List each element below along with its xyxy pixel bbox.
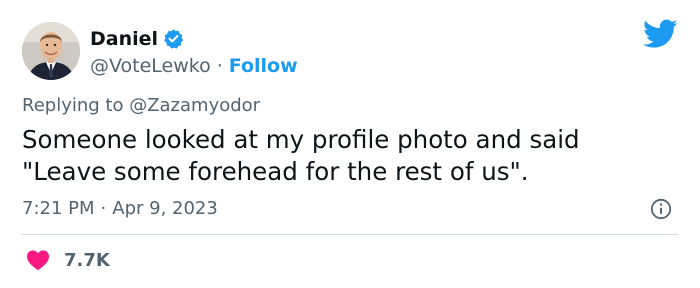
info-icon[interactable] [650,198,672,220]
handle-separator: · [216,54,223,77]
meta-separator: · [100,198,107,219]
like-count: 7.7K [64,249,110,271]
tweet-meta: 7:21 PM · Apr 9, 2023 [22,198,218,219]
author-name[interactable]: Daniel [90,28,158,50]
author-block: Daniel @VoteLewko · Follow [90,26,298,77]
twitter-bird-icon[interactable] [643,19,678,49]
reply-context[interactable]: Replying to @Zazamyodor [22,95,260,116]
tweet-date[interactable]: Apr 9, 2023 [112,198,218,219]
author-handle[interactable]: @VoteLewko [90,55,211,77]
follow-button[interactable]: Follow [229,55,298,77]
handle-row: @VoteLewko · Follow [90,55,298,77]
verified-badge-icon [163,28,184,49]
avatar[interactable] [22,22,80,80]
tweet-card: Daniel @VoteLewko · Follow Replying to @… [0,0,700,288]
tweet-time[interactable]: 7:21 PM [22,198,95,219]
tweet-text: Someone looked at my profile photo and s… [22,125,580,186]
divider [22,234,678,235]
tweet-header: Daniel @VoteLewko · Follow [22,18,298,84]
author-name-row: Daniel [90,26,298,52]
like-button[interactable]: 7.7K [26,248,110,272]
heart-icon [26,249,50,271]
